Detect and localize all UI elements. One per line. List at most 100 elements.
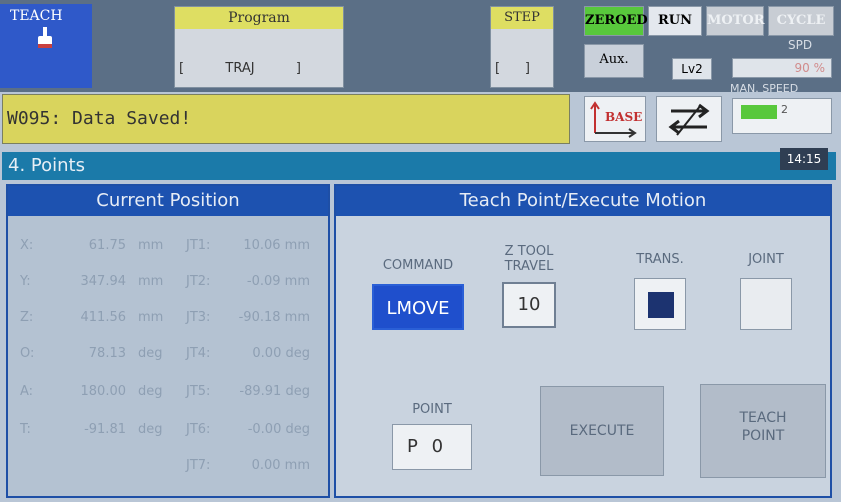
joint-label: JOINT <box>748 252 784 267</box>
axis-unit: deg <box>138 346 163 361</box>
zeroed-status-button[interactable]: ZEROED <box>584 6 648 36</box>
ztool-label-line-2: TRAVEL <box>504 259 554 274</box>
teach-mode-button[interactable]: TEACH <box>0 4 92 88</box>
command-button[interactable]: LMOVE <box>372 284 464 330</box>
axis-label: Y: <box>20 274 31 289</box>
joint-value: -0.09 mm <box>214 274 310 289</box>
teach-point-button[interactable]: TEACH POINT <box>700 384 826 478</box>
speed-label: SPD <box>788 38 813 52</box>
manual-speed-label: MAN. SPEED <box>730 82 799 95</box>
axis-value: 347.94 <box>80 274 127 289</box>
cycle-status-button[interactable]: CYCLE <box>768 6 834 36</box>
teach-execute-title: Teach Point/Execute Motion <box>336 186 830 216</box>
ztool-travel-label: Z TOOL TRAVEL <box>486 244 572 274</box>
step-title: STEP <box>491 7 553 29</box>
joint-unit: deg <box>285 384 310 399</box>
command-label: COMMAND <box>382 258 454 273</box>
execute-button[interactable]: EXECUTE <box>540 386 664 476</box>
axis-label: X: <box>20 238 34 253</box>
axis-label: A: <box>20 384 34 399</box>
joint-unit: mm <box>284 310 310 325</box>
axis-value: 411.56 <box>80 310 127 325</box>
joint-label: JT3: <box>186 310 211 325</box>
message-bar: W095: Data Saved! <box>2 94 570 144</box>
joint-value: 0.00 mm <box>214 458 310 473</box>
manual-speed-meter[interactable]: 2 <box>732 98 832 134</box>
position-row: T: -91.81 deg JT6: -0.00 deg <box>8 422 328 442</box>
axis-label: Z: <box>20 310 34 325</box>
joint-label: JT7: <box>186 458 211 473</box>
joint-label: JT5: <box>186 384 211 399</box>
position-row: A: 180.00 deg JT5: -89.91 deg <box>8 384 328 404</box>
position-row: X: 61.75 mm JT1: 10.06 mm <box>8 238 328 258</box>
swap-arrows-button[interactable] <box>656 96 722 142</box>
axis-unit: deg <box>138 422 163 437</box>
joint-value-number: 0.00 <box>252 346 282 361</box>
aux-button[interactable]: Aux. <box>584 44 644 78</box>
step-field[interactable]: STEP [ ] <box>490 6 554 88</box>
joint-value: 10.06 mm <box>214 238 310 253</box>
joint-value-number: -89.91 <box>239 384 282 399</box>
joint-value: -0.00 deg <box>214 422 310 437</box>
joint-label: JT2: <box>186 274 211 289</box>
joint-value: -89.91 deg <box>214 384 310 399</box>
speed-meter-fill <box>741 105 777 119</box>
joint-value-number: -90.18 <box>238 310 281 325</box>
axis-label: T: <box>20 422 31 437</box>
joint-value-number: -0.00 <box>247 422 282 437</box>
program-field[interactable]: Program [ TRAJ ] <box>174 6 344 88</box>
joint-value-number: -0.09 <box>246 274 281 289</box>
teach-point-label-2: POINT <box>741 428 785 444</box>
joint-toggle[interactable] <box>740 278 792 330</box>
joint-value-number: 10.06 <box>243 238 281 253</box>
trans-toggle-indicator <box>648 292 674 318</box>
position-row: Z: 411.56 mm JT3: -90.18 mm <box>8 310 328 330</box>
axis-value: -91.81 <box>84 422 126 437</box>
motor-status-button[interactable]: MOTOR <box>706 6 765 36</box>
position-row: JT7: 0.00 mm <box>8 458 328 478</box>
swap-arrows-icon <box>668 103 710 136</box>
teach-execute-panel: Teach Point/Execute Motion COMMAND LMOVE… <box>334 184 832 498</box>
joint-label: JT6: <box>186 422 211 437</box>
joint-unit: mm <box>284 274 310 289</box>
axis-value: 180.00 <box>80 384 127 399</box>
joint-unit: deg <box>285 346 310 361</box>
joint-label: JT4: <box>186 346 211 361</box>
axis-unit: mm <box>138 238 164 253</box>
level-badge: Lv2 <box>672 58 712 80</box>
joint-unit: mm <box>284 458 310 473</box>
trans-toggle[interactable] <box>634 278 686 330</box>
axis-unit: mm <box>138 274 164 289</box>
axis-unit: deg <box>138 384 163 399</box>
clock: 14:15 <box>780 148 828 170</box>
joint-unit: mm <box>284 238 310 253</box>
joint-unit: deg <box>285 422 310 437</box>
base-axes-icon: BASE <box>590 101 642 138</box>
ztool-travel-input[interactable]: 10 <box>502 282 556 328</box>
axis-label: O: <box>20 346 35 361</box>
current-position-panel: Current Position X: 61.75 mm JT1: 10.06 … <box>6 184 330 498</box>
joint-value-number: 0.00 <box>251 458 281 473</box>
trans-label: TRANS. <box>636 252 684 267</box>
teach-point-label-1: TEACH <box>739 410 787 426</box>
screen-title: 4. Points <box>2 152 836 180</box>
current-position-title: Current Position <box>8 186 328 216</box>
axis-unit: mm <box>138 310 164 325</box>
point-input[interactable]: P 0 <box>392 424 472 470</box>
hand-pointer-icon <box>38 27 52 48</box>
speed-value[interactable]: 90 % <box>732 58 832 78</box>
joint-label: JT1: <box>186 238 211 253</box>
program-value: [ TRAJ ] <box>179 61 301 76</box>
program-title: Program <box>175 7 343 29</box>
teach-mode-label: TEACH <box>10 8 63 24</box>
joint-value: 0.00 deg <box>214 346 310 361</box>
axis-value: 78.13 <box>88 346 126 361</box>
run-status-button[interactable]: RUN <box>648 6 702 36</box>
point-label: POINT <box>412 402 452 417</box>
joint-value: -90.18 mm <box>214 310 310 325</box>
base-label: BASE <box>605 110 642 124</box>
base-coordinate-button[interactable]: BASE <box>584 96 646 142</box>
position-row: Y: 347.94 mm JT2: -0.09 mm <box>8 274 328 294</box>
axis-value: 61.75 <box>88 238 126 253</box>
position-row: O: 78.13 deg JT4: 0.00 deg <box>8 346 328 366</box>
